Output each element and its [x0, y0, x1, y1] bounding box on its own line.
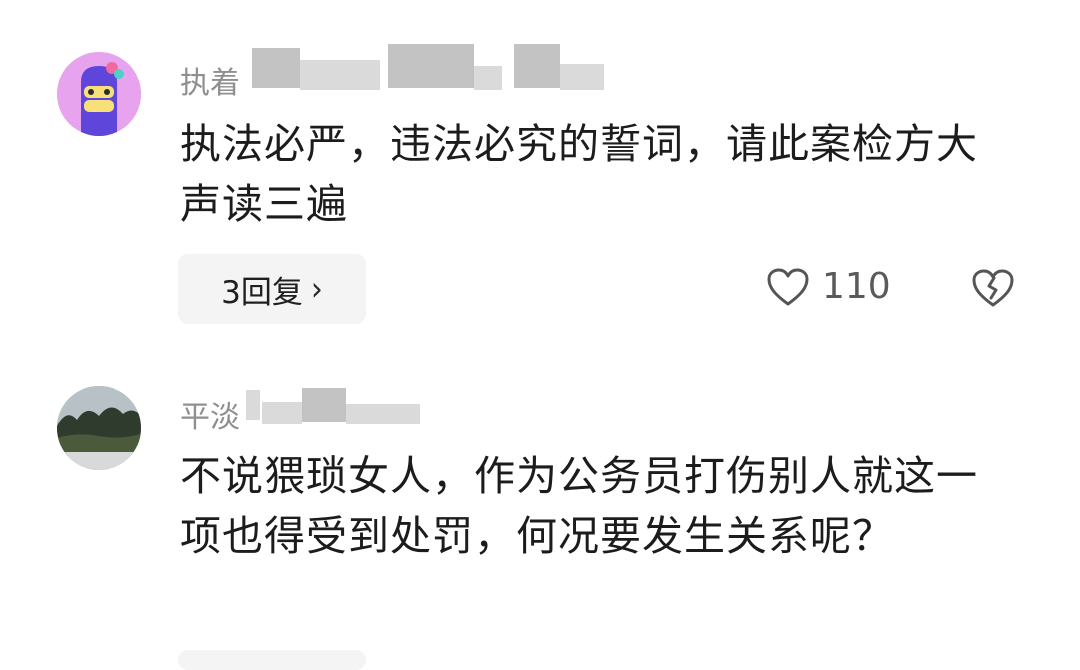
- view-replies-button[interactable]: [178, 650, 366, 670]
- redacted-username-mosaic: [560, 64, 604, 90]
- avatar[interactable]: [57, 52, 141, 136]
- broken-heart-icon: [970, 268, 1016, 308]
- dislike-button[interactable]: [970, 268, 1016, 308]
- comment-text: 执法必严，违法必究的誓词，请此案检方大声读三遍: [180, 120, 978, 228]
- reply-count-label: 3回复: [221, 274, 303, 311]
- redacted-username-mosaic: [300, 60, 380, 90]
- redacted-username-mosaic: [252, 48, 300, 88]
- avatar-cartoon-icon: [57, 52, 141, 136]
- chevron-right-icon: ›: [310, 269, 323, 309]
- like-count: 110: [822, 266, 891, 307]
- redacted-username-mosaic: [474, 66, 502, 90]
- view-replies-button[interactable]: 3回复 ›: [178, 254, 366, 324]
- username[interactable]: 执着: [180, 58, 240, 102]
- redacted-username-mosaic: [246, 390, 260, 420]
- avatar[interactable]: [57, 386, 141, 470]
- redacted-username-mosaic: [388, 44, 474, 88]
- comment-text: 不说猥琐女人，作为公务员打伤别人就这一项也得受到处罚，何况要发生关系呢？: [180, 452, 978, 560]
- like-button[interactable]: 110: [766, 266, 891, 307]
- heart-icon: [766, 267, 810, 307]
- redacted-username-mosaic: [514, 44, 560, 88]
- redacted-username-mosaic: [302, 388, 346, 422]
- redacted-username-mosaic: [262, 402, 302, 424]
- avatar-landscape-icon: [57, 386, 141, 470]
- username[interactable]: 平淡: [180, 392, 240, 436]
- redacted-username-mosaic: [346, 404, 420, 424]
